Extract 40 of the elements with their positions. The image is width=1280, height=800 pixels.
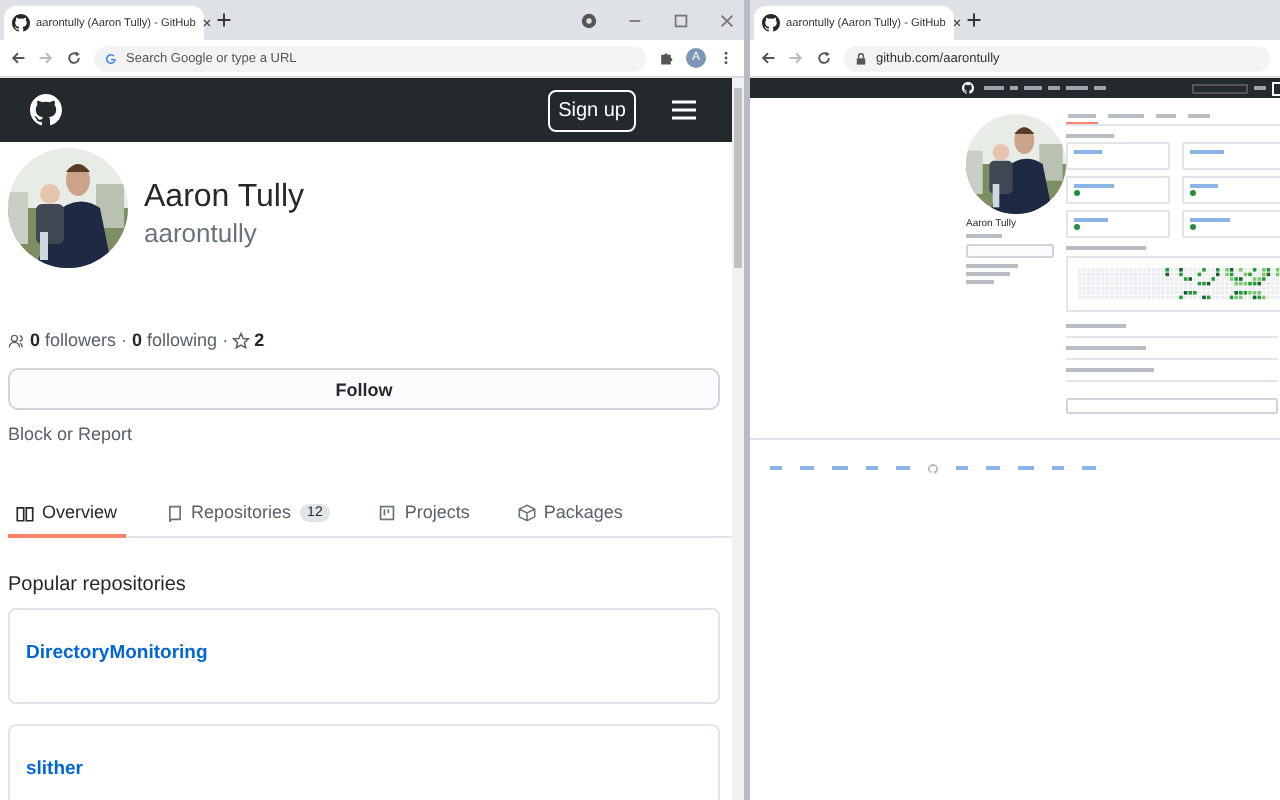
menu-icon[interactable] xyxy=(672,100,696,120)
follow-button[interactable]: Follow xyxy=(8,368,720,410)
octocat-icon xyxy=(12,14,30,32)
profile-tab[interactable]: Overview xyxy=(8,502,126,538)
reload-icon[interactable] xyxy=(816,50,832,66)
sign-up-button[interactable]: Sign up xyxy=(548,89,636,131)
back-arrow-icon[interactable] xyxy=(10,50,26,66)
star-icon xyxy=(232,331,251,349)
package-icon xyxy=(517,503,536,521)
profile-tab[interactable]: Projects xyxy=(370,502,478,538)
profile-tab[interactable]: Packages xyxy=(509,502,631,538)
octocat-icon[interactable] xyxy=(962,82,974,94)
search-field[interactable] xyxy=(1192,83,1248,93)
repo-icon xyxy=(165,503,184,521)
follower-stats: 0 followers · 0 following · xyxy=(30,330,229,350)
google-icon xyxy=(104,51,118,65)
repo-link[interactable]: DirectoryMonitoring xyxy=(26,642,208,664)
close-icon[interactable] xyxy=(201,18,212,28)
book-icon xyxy=(16,503,34,521)
section-heading: Popular repositories xyxy=(8,574,188,596)
lock-icon xyxy=(854,51,868,65)
star-count: 2 xyxy=(254,330,265,350)
sign-up-button[interactable] xyxy=(1272,81,1280,95)
profile-name: Aaron Tully xyxy=(144,180,305,216)
repo-link[interactable]: slither xyxy=(26,758,84,780)
close-icon[interactable] xyxy=(951,18,962,28)
scrollbar[interactable] xyxy=(732,78,744,800)
reload-icon[interactable] xyxy=(66,50,82,66)
shield-icon[interactable] xyxy=(580,11,598,29)
new-tab-icon[interactable] xyxy=(966,12,982,28)
project-icon xyxy=(378,503,397,521)
username: aarontully xyxy=(144,218,259,248)
octocat-icon[interactable] xyxy=(30,94,62,126)
puzzle-icon[interactable] xyxy=(658,50,674,66)
new-tab-icon[interactable] xyxy=(216,12,232,28)
people-icon xyxy=(8,331,26,349)
maximize-icon[interactable] xyxy=(672,11,690,29)
block-link[interactable]: Block or Report xyxy=(8,424,133,444)
octocat-icon xyxy=(762,14,780,32)
back-arrow-icon[interactable] xyxy=(760,50,776,66)
